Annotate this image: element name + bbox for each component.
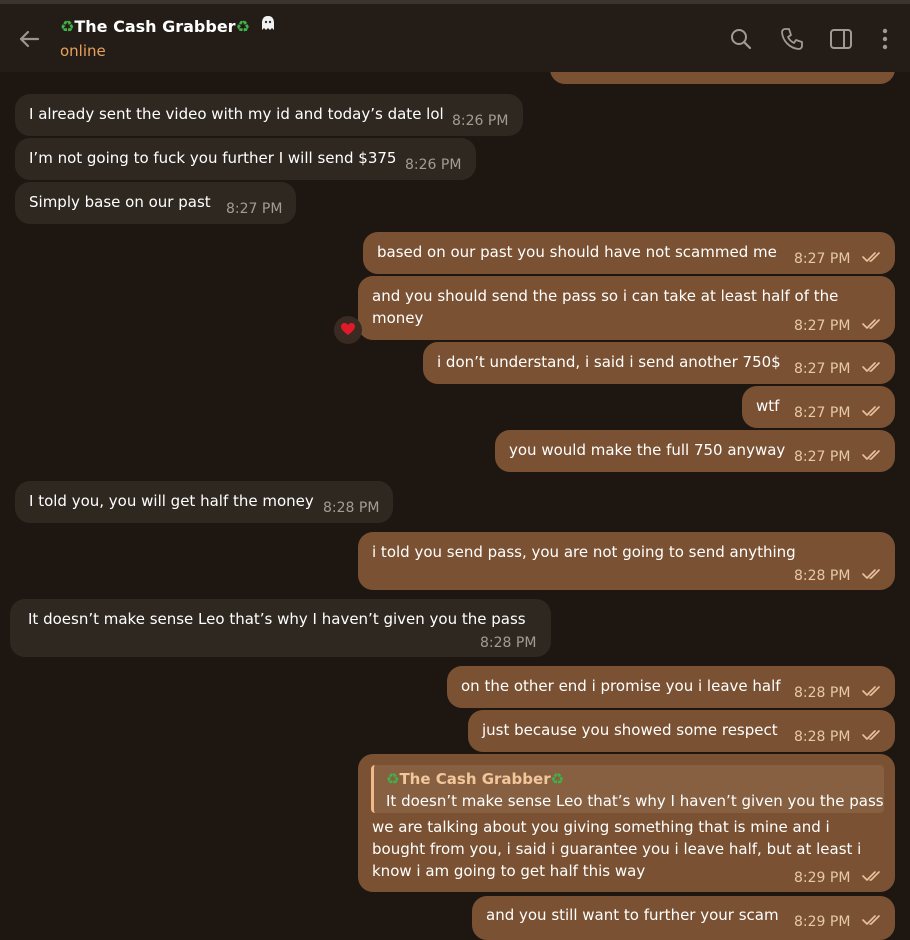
reply-text: It doesn’t make sense Leo that’s why I h… <box>386 792 884 810</box>
message-bubble-incoming[interactable]: Simply base on our past 8:27 PM <box>15 182 296 224</box>
chat-status: online <box>60 42 106 60</box>
message-text: on the other end i promise you i leave h… <box>461 677 781 695</box>
message-time: 8:27 PM <box>794 251 851 267</box>
message-time: 8:26 PM <box>405 157 462 173</box>
message-text: wtf <box>756 397 780 415</box>
message-bubble-outgoing[interactable]: just because you showed some respect 8:2… <box>468 710 895 752</box>
phone-icon[interactable] <box>779 26 805 52</box>
message-text: I told you, you will get half the money <box>29 492 314 510</box>
read-checkmarks-icon <box>862 362 880 372</box>
message-time: 8:27 PM <box>226 201 283 217</box>
message-text-line: know i am going to get half this way <box>372 862 646 880</box>
message-text-line: money <box>372 309 424 327</box>
read-checkmarks-icon <box>862 871 880 881</box>
message-text: i don’t understand, i said i send anothe… <box>437 353 781 371</box>
chat-title[interactable]: ♻The Cash Grabber♻ <box>60 15 277 36</box>
read-checkmarks-icon <box>862 406 880 416</box>
heart-icon <box>341 323 355 335</box>
recycle-icon: ♻ <box>60 17 75 36</box>
message-bubble-outgoing-reply[interactable]: ♻The Cash Grabber♻ It doesn’t make sense… <box>358 754 895 892</box>
recycle-icon: ♻ <box>550 770 565 788</box>
message-text: and you still want to further your scam <box>486 906 779 924</box>
more-vertical-icon[interactable] <box>872 26 898 52</box>
message-text-line: we are talking about you giving somethin… <box>372 818 830 836</box>
message-time: 8:29 PM <box>794 870 851 886</box>
message-bubble-incoming[interactable]: I told you, you will get half the money … <box>15 481 393 523</box>
message-text: just because you showed some respect <box>482 721 778 739</box>
read-checkmarks-icon <box>862 450 880 460</box>
message-bubble-outgoing[interactable]: you would make the full 750 anyway 8:27 … <box>495 430 895 472</box>
message-time: 8:28 PM <box>794 685 851 701</box>
message-time: 8:28 PM <box>794 568 851 584</box>
read-checkmarks-icon <box>862 730 880 740</box>
message-text: It doesn’t make sense Leo that’s why I h… <box>28 610 526 628</box>
read-checkmarks-icon <box>862 686 880 696</box>
message-bubble-outgoing[interactable]: wtf 8:27 PM <box>742 386 895 428</box>
recycle-icon: ♻ <box>386 770 400 788</box>
message-bubble-outgoing[interactable]: and you still want to further your scam … <box>472 896 895 940</box>
read-checkmarks-icon <box>862 569 880 579</box>
message-text: I already sent the video with my id and … <box>29 105 444 123</box>
message-text: based on our past you should have not sc… <box>377 243 777 261</box>
message-time: 8:29 PM <box>794 914 851 930</box>
search-icon[interactable] <box>728 26 754 52</box>
chat-header: ♻The Cash Grabber♻ online <box>0 4 910 72</box>
read-checkmarks-icon <box>862 252 880 262</box>
ghost-icon <box>262 16 275 30</box>
message-bubble-incoming[interactable]: I already sent the video with my id and … <box>15 94 523 136</box>
read-checkmarks-icon <box>862 319 880 329</box>
message-bubble-outgoing[interactable]: i told you send pass, you are not going … <box>358 532 895 590</box>
message-text: I’m not going to fuck you further I will… <box>29 149 397 167</box>
message-time: 8:27 PM <box>794 318 851 334</box>
chat-title-text: The Cash Grabber <box>74 17 236 36</box>
message-text: Simply base on our past <box>29 193 211 211</box>
read-checkmarks-icon <box>862 915 880 925</box>
message-text-line: bought from you, i said i guarantee you … <box>372 840 862 858</box>
message-time: 8:27 PM <box>794 449 851 465</box>
message-bubble-incoming[interactable]: I’m not going to fuck you further I will… <box>15 138 476 180</box>
heart-reaction-icon[interactable] <box>334 316 362 344</box>
reply-author: ♻The Cash Grabber♻ <box>386 770 565 788</box>
sidebar-toggle-icon[interactable] <box>828 26 854 52</box>
message-bubble-outgoing[interactable]: on the other end i promise you i leave h… <box>447 666 895 708</box>
message-bubble-outgoing[interactable]: and you should send the pass so i can ta… <box>358 276 895 340</box>
message-text: i told you send pass, you are not going … <box>372 543 796 561</box>
message-time: 8:28 PM <box>480 635 537 651</box>
message-text-line: and you should send the pass so i can ta… <box>372 287 839 305</box>
recycle-icon: ♻ <box>235 17 250 36</box>
message-time: 8:27 PM <box>794 361 851 377</box>
message-time: 8:28 PM <box>323 500 380 516</box>
message-time: 8:28 PM <box>794 729 851 745</box>
message-bubble-outgoing[interactable]: based on our past you should have not sc… <box>363 232 895 274</box>
back-arrow-icon[interactable] <box>14 24 44 54</box>
message-time: 8:27 PM <box>794 405 851 421</box>
message-time: 8:26 PM <box>452 113 509 129</box>
reply-quote[interactable]: ♻The Cash Grabber♻ It doesn’t make sense… <box>371 765 884 813</box>
message-text: you would make the full 750 anyway <box>509 441 786 459</box>
message-bubble-outgoing[interactable]: i don’t understand, i said i send anothe… <box>423 342 895 384</box>
message-bubble-incoming[interactable]: It doesn’t make sense Leo that’s why I h… <box>10 599 551 657</box>
